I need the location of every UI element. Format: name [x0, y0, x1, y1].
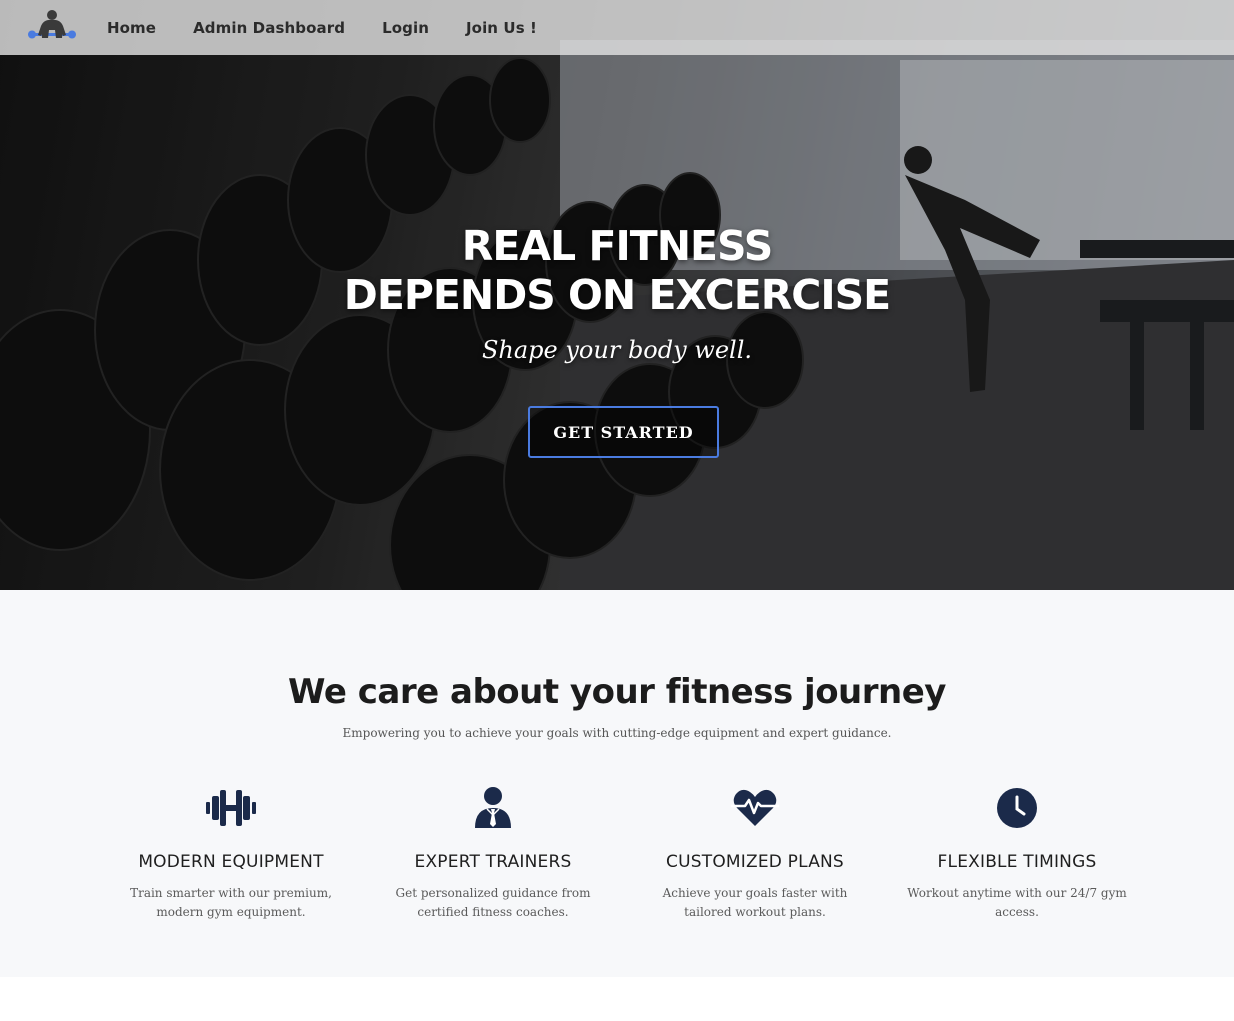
features-section: We care about your fitness journey Empow… [0, 590, 1234, 977]
hero-title-line-1: REAL FITNESS [461, 222, 773, 270]
feature-card-expert-trainers: EXPERT TRAINERS Get personalized guidanc… [373, 786, 613, 922]
dumbbell-icon [206, 790, 256, 826]
hero-title-line-2: DEPENDS ON EXCERCISE [343, 271, 891, 319]
navbar: Home Admin Dashboard Login Join Us ! [0, 0, 1234, 55]
bodybuilder-logo-icon[interactable] [28, 8, 76, 46]
hero-section: REAL FITNESS DEPENDS ON EXCERCISE Shape … [0, 0, 1234, 590]
features-subtitle: Empowering you to achieve your goals wit… [342, 726, 892, 740]
trainer-icon [475, 787, 511, 828]
feature-description: Workout anytime with our 24/7 gym access… [907, 886, 1127, 919]
feature-description: Train smarter with our premium, modern g… [130, 886, 332, 919]
nav-link-home[interactable]: Home [107, 19, 156, 37]
clock-icon [997, 788, 1037, 828]
feature-description: Achieve your goals faster with tailored … [662, 886, 848, 919]
get-started-button[interactable]: GET STARTED [528, 406, 719, 458]
feature-title: EXPERT TRAINERS [414, 852, 572, 872]
feature-card-modern-equipment: MODERN EQUIPMENT Train smarter with our … [111, 786, 351, 922]
feature-card-flexible-timings: FLEXIBLE TIMINGS Workout anytime with ou… [897, 786, 1137, 922]
nav-links: Home Admin Dashboard Login Join Us ! [107, 0, 574, 55]
heartbeat-icon [731, 789, 779, 826]
nav-link-login[interactable]: Login [382, 19, 429, 37]
feature-title: MODERN EQUIPMENT [138, 852, 324, 872]
feature-description: Get personalized guidance from certified… [395, 886, 591, 919]
feature-title: FLEXIBLE TIMINGS [937, 852, 1097, 872]
feature-title: CUSTOMIZED PLANS [666, 852, 844, 872]
feature-card-customized-plans: CUSTOMIZED PLANS Achieve your goals fast… [635, 786, 875, 922]
hero-title: REAL FITNESS DEPENDS ON EXCERCISE [0, 222, 1234, 320]
nav-link-join-us[interactable]: Join Us ! [466, 19, 537, 37]
hero-subtitle: Shape your body well. [481, 336, 753, 364]
nav-link-admin-dashboard[interactable]: Admin Dashboard [193, 19, 345, 37]
features-title: We care about your fitness journey [288, 672, 946, 712]
